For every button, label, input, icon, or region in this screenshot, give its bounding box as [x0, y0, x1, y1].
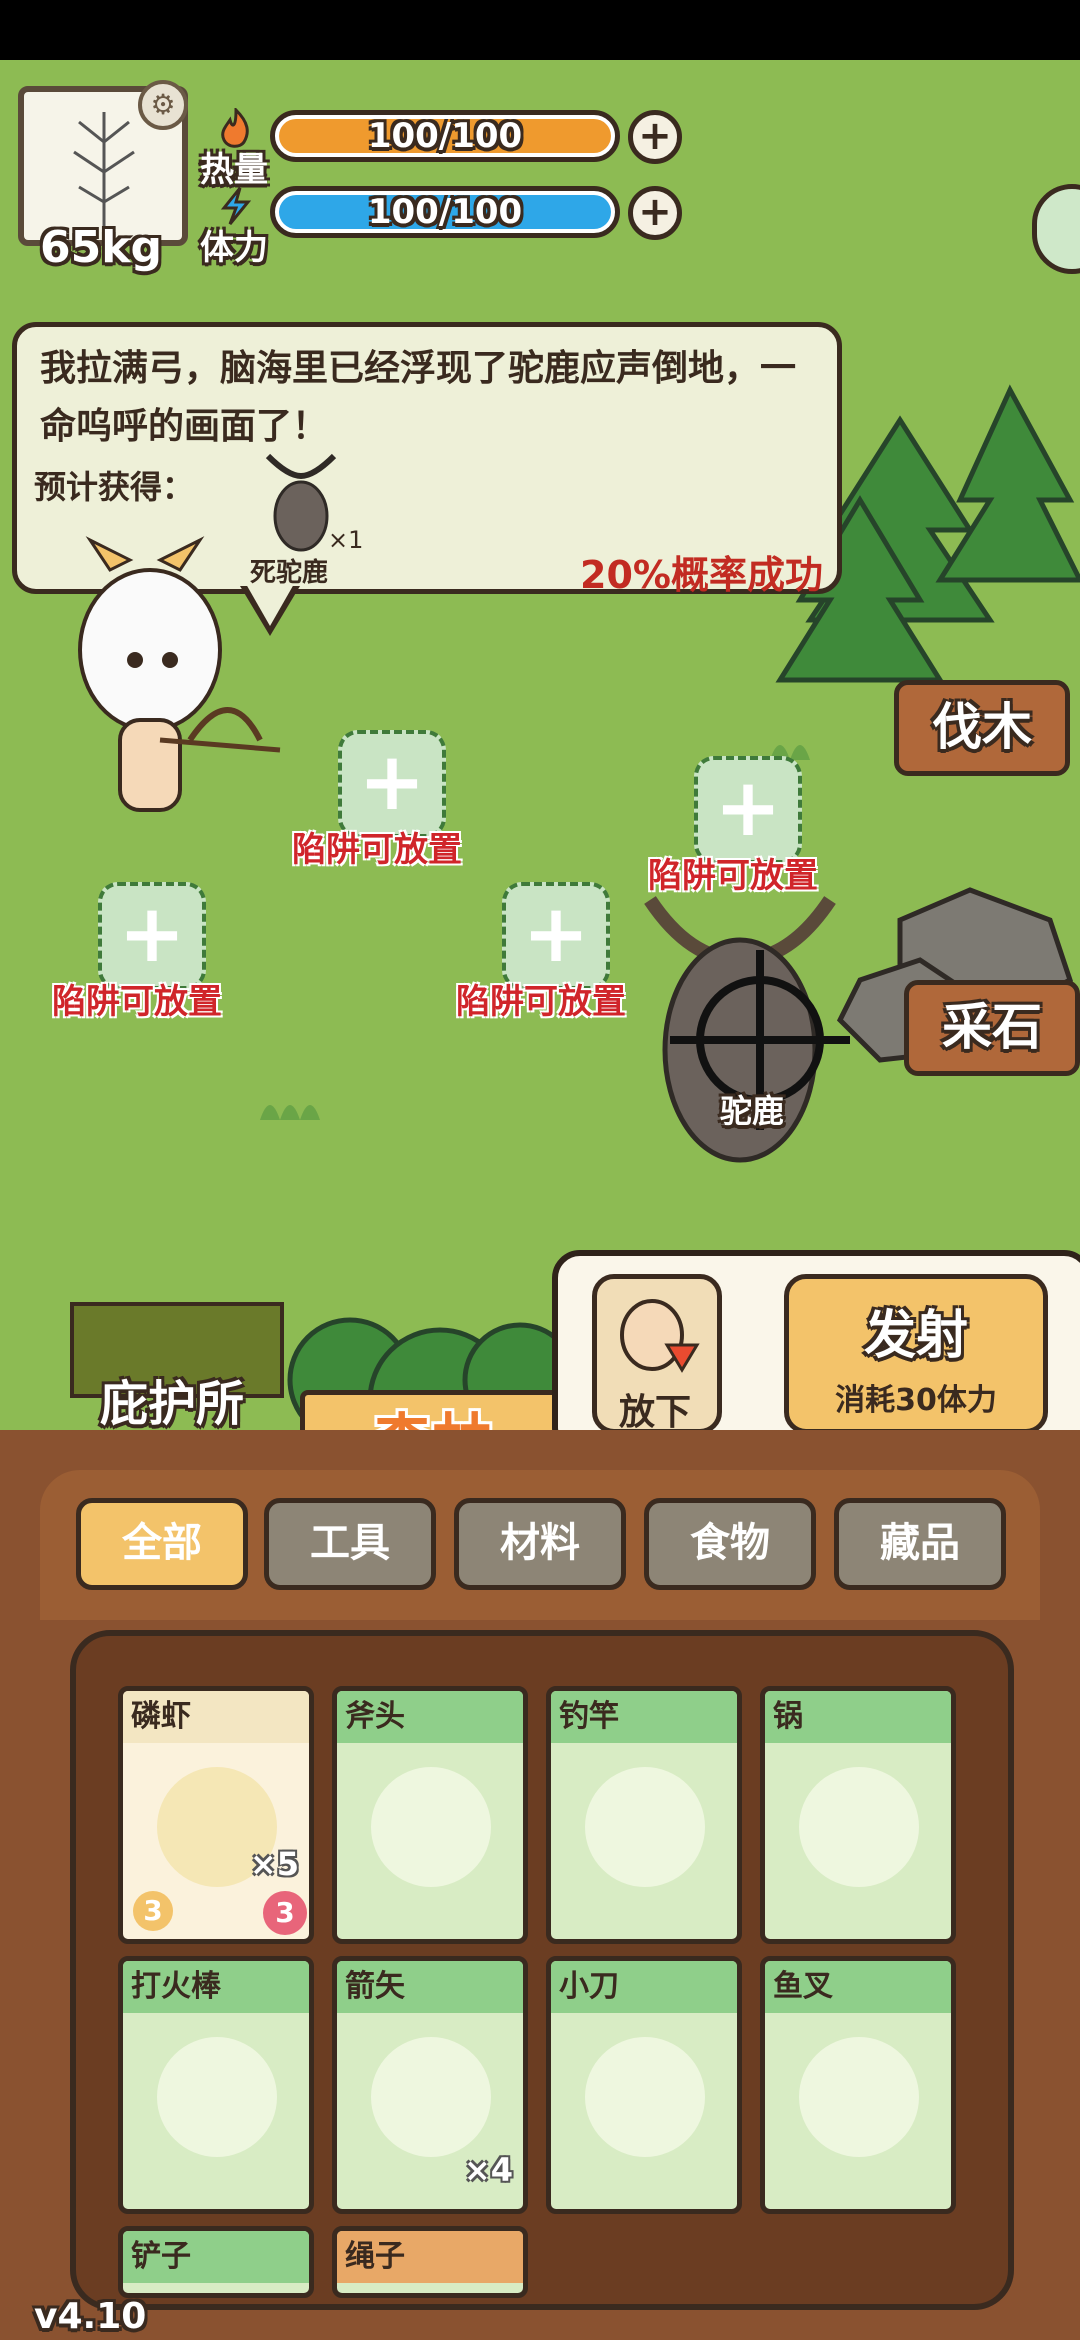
trap-slot-4-label: 陷阱可放置 [456, 982, 626, 1022]
tab-food[interactable]: 食物 [644, 1498, 816, 1590]
chop-wood-sign[interactable]: 伐木 [894, 680, 1070, 776]
dialog-text: 我拉满弓，脑海里已经浮现了驼鹿应声倒地，一命呜呼的画面了！ [40, 348, 797, 447]
moose-name: 驼鹿 [720, 1092, 785, 1130]
fire-cost: 消耗30体力 [835, 1383, 997, 1418]
crosshair-icon [660, 940, 800, 1080]
inventory-item-knife[interactable]: 小刀 [546, 1956, 742, 2214]
item-name: 鱼叉 [765, 1961, 951, 2013]
heat-bar: 100/100 [270, 110, 620, 162]
item-qty: ×4 [463, 2151, 513, 2189]
success-chance: 20%概率成功 [580, 553, 823, 597]
status-bar [0, 0, 1080, 60]
item-name: 磷虾 [123, 1691, 309, 1743]
heat-label: 热量 [200, 150, 268, 190]
tab-materials[interactable]: 材料 [454, 1498, 626, 1590]
tab-all[interactable]: 全部 [76, 1498, 248, 1590]
inventory-item-axe[interactable]: 斧头 [332, 1686, 528, 1944]
item-badge-right: 3 [263, 1891, 307, 1935]
pot-icon [799, 1767, 919, 1887]
expected-loot-label: 预计获得： [34, 468, 195, 506]
quarry-sign[interactable]: 采石 [904, 980, 1080, 1076]
item-name: 绳子 [337, 2231, 523, 2283]
gear-icon[interactable]: ⚙ [138, 80, 188, 130]
item-name: 锅 [765, 1691, 951, 1743]
drop-button-label: 放下 [619, 1392, 692, 1433]
inventory-item-shovel[interactable]: 铲子 [118, 2226, 314, 2298]
item-name: 铲子 [123, 2231, 309, 2283]
knife-icon [585, 2037, 705, 2157]
tab-collectibles[interactable]: 藏品 [834, 1498, 1006, 1590]
inventory-item-rope[interactable]: 绳子 [332, 2226, 528, 2298]
fire-button-label: 发射 [863, 1306, 968, 1366]
drop-button[interactable]: 放下 [592, 1274, 722, 1434]
fish-spear-icon [799, 2037, 919, 2157]
hunter-character[interactable] [40, 530, 290, 850]
shelter-label: 庇护所 [100, 1376, 245, 1432]
inventory-item-krill[interactable]: 磷虾 3 3 ×5 [118, 1686, 314, 1944]
item-qty: ×5 [249, 1845, 299, 1883]
fire-stick-icon [157, 2037, 277, 2157]
version-label: v4.10 [34, 2296, 147, 2337]
item-name: 小刀 [551, 1961, 737, 2013]
loot-count: ×1 [328, 526, 364, 554]
inventory-item-fishing-rod[interactable]: 钓竿 [546, 1686, 742, 1944]
inventory-item-arrow[interactable]: 箭矢 ×4 [332, 1956, 528, 2214]
inventory-item-pot[interactable]: 锅 [760, 1686, 956, 1944]
fire-button[interactable]: 发射 消耗30体力 [784, 1274, 1048, 1434]
tab-tools[interactable]: 工具 [264, 1498, 436, 1590]
item-name: 钓竿 [551, 1691, 737, 1743]
item-name: 打火棒 [123, 1961, 309, 2013]
trap-slot-1-label: 陷阱可放置 [292, 830, 462, 870]
stamina-value: 100/100 [367, 192, 523, 232]
arrow-icon [371, 2037, 491, 2157]
item-name: 箭矢 [337, 1961, 523, 2013]
stamina-label: 体力 [200, 228, 268, 268]
add-heat-button[interactable]: + [628, 110, 682, 164]
axe-icon [371, 1767, 491, 1887]
fishing-rod-icon [585, 1767, 705, 1887]
trap-slot-3-label: 陷阱可放置 [52, 982, 222, 1022]
heat-value: 100/100 [367, 116, 523, 156]
inventory-item-fire-stick[interactable]: 打火棒 [118, 1956, 314, 2214]
item-badge-left: 3 [133, 1891, 173, 1931]
player-weight: 65kg [40, 222, 162, 273]
add-stamina-button[interactable]: + [628, 186, 682, 240]
inventory-item-fish-spear[interactable]: 鱼叉 [760, 1956, 956, 2214]
item-name: 斧头 [337, 1691, 523, 1743]
stamina-bar: 100/100 [270, 186, 620, 238]
